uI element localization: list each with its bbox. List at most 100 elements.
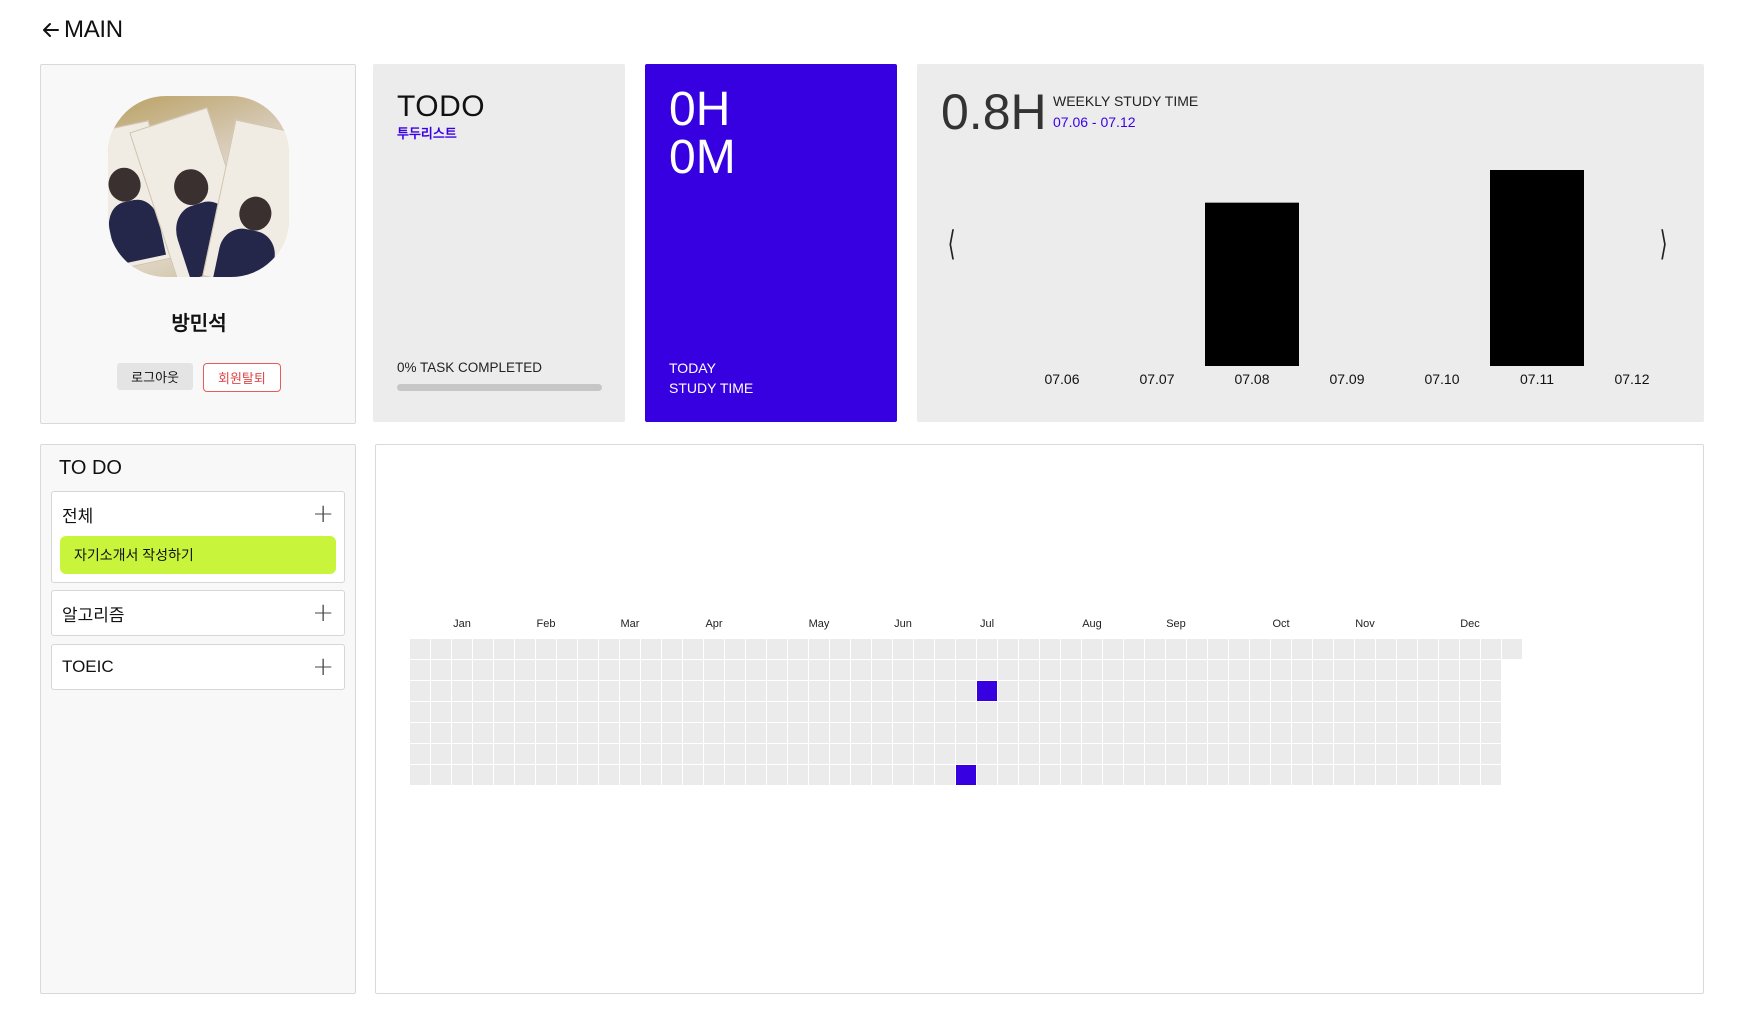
heatmap-cell xyxy=(1040,702,1060,722)
heatmap-cell xyxy=(935,702,955,722)
heatmap-cell xyxy=(578,723,598,743)
weekly-tick-label: 07.10 xyxy=(1424,371,1459,387)
heatmap-cell xyxy=(704,681,724,701)
heatmap-cell xyxy=(1460,702,1480,722)
heatmap-cell xyxy=(536,660,556,680)
heatmap-cell xyxy=(872,639,892,659)
heatmap-cell xyxy=(536,765,556,785)
heatmap-cell xyxy=(683,765,703,785)
heatmap-month-label: Feb xyxy=(537,618,556,630)
heatmap-cell xyxy=(767,765,787,785)
heatmap-cell xyxy=(641,723,661,743)
heatmap-cell xyxy=(599,639,619,659)
heatmap-cell xyxy=(1481,744,1501,764)
heatmap-cell xyxy=(1040,681,1060,701)
todo-summary-card[interactable]: TODO 투두리스트 0% TASK COMPLETED xyxy=(373,64,625,422)
heatmap-cell xyxy=(1040,744,1060,764)
heatmap-cell xyxy=(494,702,514,722)
heatmap-cell xyxy=(1355,639,1375,659)
category-algorithm: 알고리즘 + xyxy=(51,590,345,636)
task-progress-bar xyxy=(397,384,602,391)
heatmap-cell xyxy=(1229,744,1249,764)
heatmap-cell xyxy=(1145,702,1165,722)
heatmap-month-label: Aug xyxy=(1082,618,1102,630)
chevron-left-icon[interactable]: ⟨ xyxy=(948,224,956,264)
heatmap-cell xyxy=(1418,681,1438,701)
heatmap-cell xyxy=(767,723,787,743)
heatmap-cell xyxy=(809,723,829,743)
heatmap-cell xyxy=(809,765,829,785)
heatmap-cell xyxy=(452,702,472,722)
heatmap-cell xyxy=(683,639,703,659)
todo-item[interactable]: 자기소개서 작성하기 xyxy=(60,536,336,574)
heatmap-month-label: Nov xyxy=(1355,618,1375,630)
heatmap-cell xyxy=(1418,765,1438,785)
heatmap-cell xyxy=(1460,744,1480,764)
heatmap-cell xyxy=(620,681,640,701)
heatmap-cell xyxy=(1208,744,1228,764)
heatmap-cell xyxy=(1208,702,1228,722)
heatmap-cell xyxy=(410,765,430,785)
heatmap-cell xyxy=(452,660,472,680)
task-completed-text: 0% TASK COMPLETED xyxy=(397,360,543,375)
withdraw-button[interactable]: 회원탈퇴 xyxy=(203,363,281,392)
heatmap-cell xyxy=(893,723,913,743)
heatmap-cell xyxy=(641,660,661,680)
back-to-main-button[interactable]: MAIN xyxy=(40,16,123,44)
heatmap-cell xyxy=(914,765,934,785)
heatmap-cell xyxy=(431,723,451,743)
heatmap-cell xyxy=(977,660,997,680)
study-heatmap: Jan Feb Mar Apr May Jun Jul Aug Sep Oct Nov Dec xyxy=(410,618,1522,785)
chevron-right-icon[interactable]: ⟩ xyxy=(1660,224,1668,264)
heatmap-cell xyxy=(494,639,514,659)
heatmap-month-label: Mar xyxy=(621,618,640,630)
heatmap-cell xyxy=(1460,723,1480,743)
plus-icon[interactable]: + xyxy=(312,600,334,626)
heatmap-cell xyxy=(1082,681,1102,701)
plus-icon[interactable]: + xyxy=(312,501,334,527)
heatmap-cell xyxy=(1418,639,1438,659)
heatmap-cell xyxy=(473,681,493,701)
heatmap-cell xyxy=(494,765,514,785)
heatmap-cell xyxy=(1439,723,1459,743)
heatmap-cell xyxy=(1061,681,1081,701)
heatmap-cell xyxy=(410,702,430,722)
heatmap-cell xyxy=(410,744,430,764)
heatmap-cell xyxy=(788,702,808,722)
heatmap-cell xyxy=(998,702,1018,722)
category-all: 전체 + 자기소개서 작성하기 xyxy=(51,491,345,583)
heatmap-cell xyxy=(1082,744,1102,764)
heatmap-month-label: Apr xyxy=(705,618,722,630)
heatmap-cell xyxy=(1061,765,1081,785)
heatmap-cell xyxy=(725,765,745,785)
heatmap-cell xyxy=(1397,723,1417,743)
heatmap-cell xyxy=(1103,723,1123,743)
heatmap-cell xyxy=(1481,639,1501,659)
heatmap-cell xyxy=(1292,660,1312,680)
heatmap-cell xyxy=(1460,660,1480,680)
heatmap-cell xyxy=(620,744,640,764)
heatmap-cell xyxy=(1124,702,1144,722)
heatmap-cell xyxy=(956,702,976,722)
heatmap-cell xyxy=(998,660,1018,680)
plus-icon[interactable]: + xyxy=(312,654,334,680)
heatmap-cell xyxy=(1250,639,1270,659)
heatmap-cell xyxy=(998,681,1018,701)
heatmap-cell xyxy=(851,639,871,659)
heatmap-cell xyxy=(998,744,1018,764)
heatmap-cell xyxy=(977,765,997,785)
logout-button[interactable]: 로그아웃 xyxy=(117,363,193,390)
heatmap-cell xyxy=(1271,723,1291,743)
heatmap-cell xyxy=(662,639,682,659)
heatmap-cell xyxy=(1124,765,1144,785)
heatmap-cell xyxy=(620,639,640,659)
weekly-tick-label: 07.12 xyxy=(1614,371,1649,387)
heatmap-cell xyxy=(977,639,997,659)
heatmap-cell xyxy=(1313,639,1333,659)
heatmap-cell xyxy=(410,639,430,659)
heatmap-cell xyxy=(746,681,766,701)
heatmap-cell xyxy=(893,702,913,722)
heatmap-cell xyxy=(1334,660,1354,680)
heatmap-cell xyxy=(1271,639,1291,659)
heatmap-cell xyxy=(1439,660,1459,680)
